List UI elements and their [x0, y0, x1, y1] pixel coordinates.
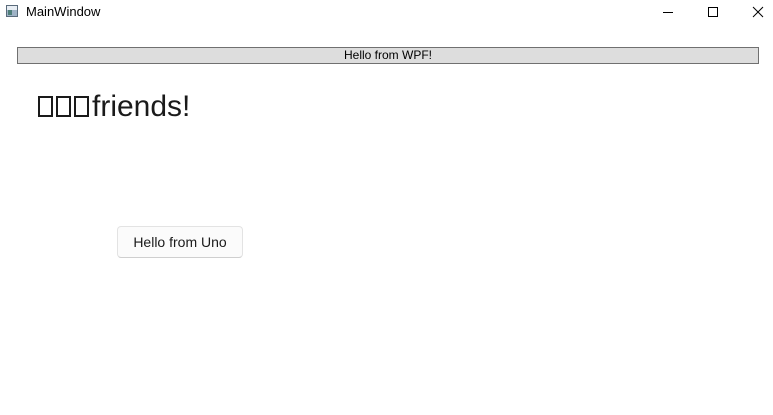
minimize-button[interactable] — [645, 0, 690, 24]
minimize-icon — [663, 12, 673, 13]
maximize-button[interactable] — [690, 0, 735, 24]
missing-glyph-box — [56, 96, 71, 117]
hello-uno-button[interactable]: Hello from Uno — [117, 226, 243, 258]
main-window: MainWindow Hello from WPF! friends! Hell… — [0, 0, 773, 415]
title-bar[interactable]: MainWindow — [0, 0, 773, 24]
greeting-suffix: friends! — [92, 90, 191, 123]
maximize-icon — [708, 7, 718, 17]
greeting-text: friends! — [38, 88, 190, 126]
missing-glyph-box — [38, 96, 53, 117]
missing-glyph-box — [74, 96, 89, 117]
close-button[interactable] — [735, 0, 773, 24]
window-title: MainWindow — [26, 4, 101, 19]
wpf-banner[interactable]: Hello from WPF! — [17, 47, 759, 64]
app-window-icon[interactable] — [6, 5, 18, 17]
close-icon — [752, 6, 764, 18]
